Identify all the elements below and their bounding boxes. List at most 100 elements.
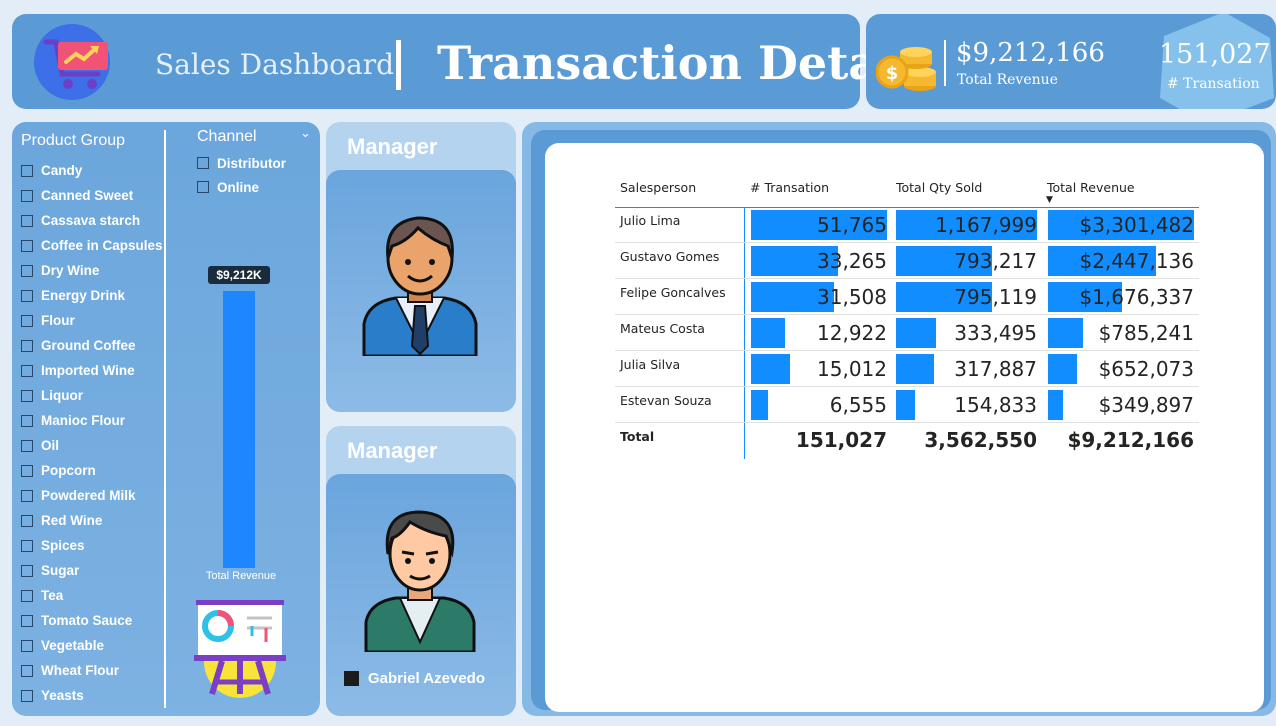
product-group-item-candy[interactable]: Candy (21, 158, 163, 183)
checkbox[interactable] (21, 464, 33, 477)
revenue-bar[interactable] (223, 291, 255, 568)
table-row[interactable]: Felipe Goncalves 31,508 795,119 $1,676,337 (615, 279, 1199, 315)
table-row[interactable]: Estevan Souza 6,555 154,833 $349,897 (615, 387, 1199, 423)
product-group-label: Spices (41, 538, 85, 553)
cell-value: 317,887 (954, 357, 1037, 381)
product-group-item-popcorn[interactable]: Popcorn (21, 458, 163, 483)
checkbox[interactable] (21, 614, 33, 627)
checkbox[interactable] (21, 314, 33, 327)
checkbox[interactable] (21, 639, 33, 652)
product-group-item-cassava-starch[interactable]: Cassava starch (21, 208, 163, 233)
sort-descending-icon[interactable]: ▼ (1046, 195, 1053, 205)
transactions-cell: 6,555 (751, 390, 887, 420)
checkbox[interactable] (21, 364, 33, 377)
checkbox[interactable] (21, 664, 33, 677)
checkbox[interactable] (197, 157, 209, 169)
transactions-value: 151,027 (1159, 39, 1271, 70)
manager-name: Gabriel Azevedo (368, 670, 485, 687)
cell-value: 15,012 (817, 357, 887, 381)
product-group-item-imported-wine[interactable]: Imported Wine (21, 358, 163, 383)
product-group-item-dry-wine[interactable]: Dry Wine (21, 258, 163, 283)
salesperson-name: Gustavo Gomes (620, 249, 720, 264)
product-group-label: Flour (41, 313, 75, 328)
product-group-item-red-wine[interactable]: Red Wine (21, 508, 163, 533)
checkbox[interactable] (21, 414, 33, 427)
product-group-item-energy-drink[interactable]: Energy Drink (21, 283, 163, 308)
salesperson-name: Julio Lima (620, 213, 681, 228)
product-group-item-tomato-sauce[interactable]: Tomato Sauce (21, 608, 163, 633)
product-group-item-wheat-flour[interactable]: Wheat Flour (21, 658, 163, 683)
table-row[interactable]: Gustavo Gomes 33,265 793,217 $2,447,136 (615, 243, 1199, 279)
revenue-cell: $785,241 (1048, 318, 1194, 348)
product-group-label: Cassava starch (41, 213, 141, 228)
transactions-cell: 51,765 (751, 210, 887, 240)
bar-data-label: $9,212K (208, 266, 270, 284)
product-group-item-liquor[interactable]: Liquor (21, 383, 163, 408)
cell-value: $1,676,337 (1079, 285, 1194, 309)
checkbox[interactable] (21, 189, 33, 202)
product-group-item-spices[interactable]: Spices (21, 533, 163, 558)
product-group-label: Popcorn (41, 463, 96, 478)
total-transactions: 151,027 (795, 428, 887, 452)
checkbox[interactable] (21, 214, 33, 227)
manager-card-2: Manager Gabriel Azevedo (326, 426, 516, 716)
product-group-item-yeasts[interactable]: Yeasts (21, 683, 163, 708)
cell-value: $349,897 (1098, 393, 1194, 417)
salesperson-name: Julia Silva (620, 357, 681, 372)
checkbox[interactable] (21, 539, 33, 552)
product-group-item-sugar[interactable]: Sugar (21, 558, 163, 583)
cell-value: 333,495 (954, 321, 1037, 345)
revenue-cell: $2,447,136 (1048, 246, 1194, 276)
revenue-cell: $652,073 (1048, 354, 1194, 384)
table-row[interactable]: Julio Lima 51,765 1,167,999 $3,301,482 (615, 207, 1199, 243)
product-group-label: Energy Drink (41, 288, 126, 303)
table-row[interactable]: Julia Silva 15,012 317,887 $652,073 (615, 351, 1199, 387)
data-bar (751, 318, 785, 348)
checkbox[interactable] (21, 264, 33, 277)
qty-sold-cell: 793,217 (896, 246, 1037, 276)
product-group-item-tea[interactable]: Tea (21, 583, 163, 608)
businessman-avatar-icon (364, 510, 476, 652)
checkbox[interactable] (21, 439, 33, 452)
checkbox[interactable] (21, 389, 33, 402)
product-group-label: Vegetable (41, 638, 105, 653)
table-total-row: Total 151,027 3,562,550 $9,212,166 (615, 428, 1199, 459)
product-group-title: Product Group (21, 132, 126, 149)
product-group-item-flour[interactable]: Flour (21, 308, 163, 333)
product-group-item-vegetable[interactable]: Vegetable (21, 633, 163, 658)
checkbox[interactable] (21, 289, 33, 302)
checkbox[interactable] (197, 181, 209, 193)
svg-text:$: $ (886, 63, 899, 84)
channel-item-distributor[interactable]: Distributor (197, 151, 286, 175)
product-group-item-manioc-flour[interactable]: Manioc Flour (21, 408, 163, 433)
legend-swatch (344, 671, 359, 686)
product-group-item-canned-sweet[interactable]: Canned Sweet (21, 183, 163, 208)
table-row[interactable]: Mateus Costa 12,922 333,495 $785,241 (615, 315, 1199, 351)
column-header-salesperson[interactable]: Salesperson (620, 180, 696, 195)
product-group-item-ground-coffee[interactable]: Ground Coffee (21, 333, 163, 358)
column-header-transactions[interactable]: # Transation (750, 180, 829, 195)
product-group-label: Candy (41, 163, 83, 178)
cell-value: 154,833 (954, 393, 1037, 417)
checkbox[interactable] (21, 514, 33, 527)
channel-item-online[interactable]: Online (197, 175, 286, 199)
cell-value: $785,241 (1098, 321, 1194, 345)
checkbox[interactable] (21, 489, 33, 502)
manager-image-panel-1 (326, 170, 516, 412)
chevron-down-icon[interactable]: ⌄ (300, 126, 311, 141)
data-bar (896, 318, 937, 348)
checkbox[interactable] (21, 564, 33, 577)
column-header-total-revenue[interactable]: Total Revenue (1047, 180, 1135, 195)
column-header-qty-sold[interactable]: Total Qty Sold (896, 180, 982, 195)
product-group-item-coffee-in-capsules[interactable]: Coffee in Capsules (21, 233, 163, 258)
checkbox[interactable] (21, 164, 33, 177)
businessman-avatar-icon (362, 216, 478, 356)
checkbox[interactable] (21, 239, 33, 252)
product-group-item-powdered-milk[interactable]: Powdered Milk (21, 483, 163, 508)
presentation-board-icon (194, 600, 286, 698)
checkbox[interactable] (21, 339, 33, 352)
checkbox[interactable] (21, 589, 33, 602)
checkbox[interactable] (21, 689, 33, 702)
manager-legend[interactable]: Gabriel Azevedo (344, 670, 485, 687)
product-group-item-oil[interactable]: Oil (21, 433, 163, 458)
